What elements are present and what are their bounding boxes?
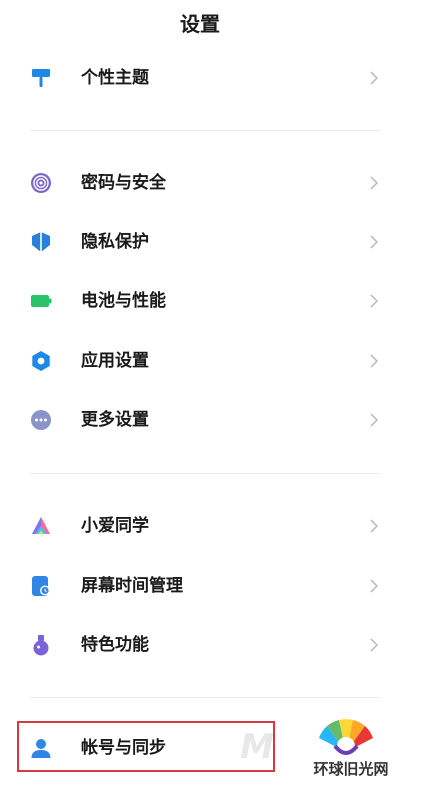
screen-time-icon [32,576,50,596]
setting-label: 屏幕时间管理 [81,576,183,596]
xiaoai-icon [32,517,50,534]
setting-row-theme[interactable]: 个性主题 [0,50,400,106]
page-title: 设置 [180,12,220,36]
setting-label: 小爱同学 [81,516,149,536]
chevron-right-icon [370,638,378,652]
chevron-right-icon [370,235,378,249]
highlight-box [17,721,275,772]
setting-label: 特色功能 [81,635,149,655]
setting-label: 密码与安全 [81,173,166,193]
setting-label: 个性主题 [81,68,149,88]
setting-row-password-security[interactable]: 密码与安全 [0,155,400,211]
watermark-text: 环球旧光网 [313,760,389,778]
paint-roller-icon [32,69,50,87]
setting-label: 更多设置 [81,410,149,430]
more-dots-icon [31,410,51,430]
section-divider [30,130,380,131]
chevron-right-icon [370,579,378,593]
setting-row-battery[interactable]: 电池与性能 [0,273,400,329]
chevron-right-icon [370,519,378,533]
flask-icon [33,635,49,656]
setting-row-app-settings[interactable]: 应用设置 [0,333,400,389]
watermark-logo-icon [319,719,373,755]
setting-row-screen-time[interactable]: 屏幕时间管理 [0,558,400,614]
privacy-shield-icon [32,232,50,252]
battery-icon [31,295,52,307]
chevron-right-icon [370,176,378,190]
setting-row-special-features[interactable]: 特色功能 [0,617,400,673]
gear-icon [32,351,50,371]
chevron-right-icon [370,71,378,85]
setting-label: 应用设置 [81,351,149,371]
chevron-right-icon [370,413,378,427]
chevron-right-icon [370,354,378,368]
setting-label: 隐私保护 [81,232,149,252]
setting-row-more-settings[interactable]: 更多设置 [0,392,400,448]
fingerprint-icon [31,173,51,193]
section-divider [30,697,380,698]
setting-row-privacy[interactable]: 隐私保护 [0,214,400,270]
setting-label: 电池与性能 [81,291,166,311]
watermark-faded-logo: M [240,727,274,767]
chevron-right-icon [370,294,378,308]
section-divider [30,473,380,474]
setting-row-xiaoai[interactable]: 小爱同学 [0,498,400,554]
